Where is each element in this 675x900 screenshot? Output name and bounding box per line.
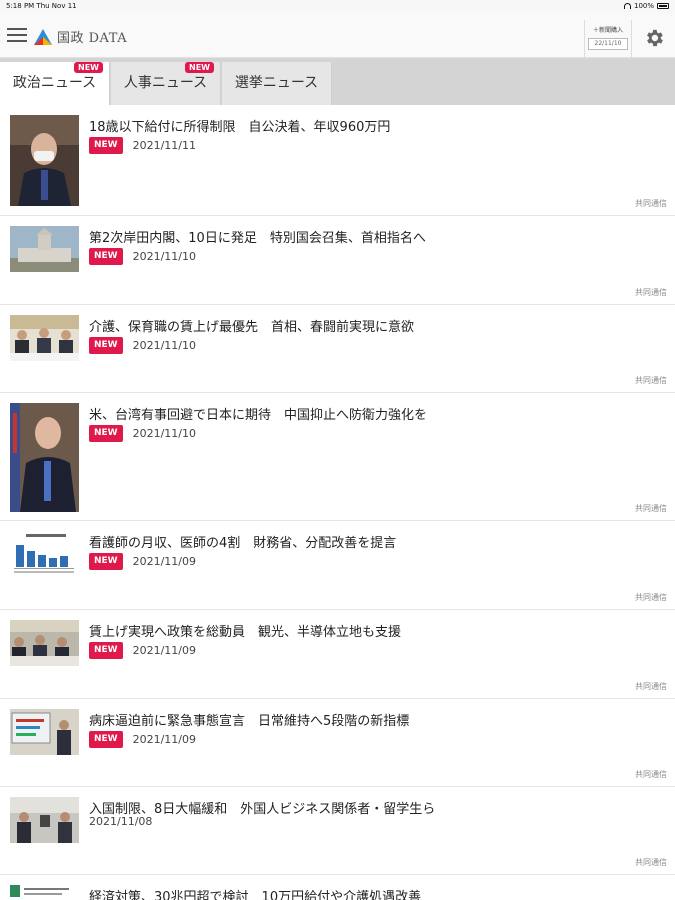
- news-meta: NEW 2021/11/09: [89, 553, 196, 570]
- news-title: 米、台湾有事回避で日本に期待 中国抑止へ防衛力強化を: [89, 408, 428, 423]
- news-source: 共同通信: [635, 682, 667, 691]
- tab-label: 人事ニュース: [123, 75, 208, 91]
- new-badge: NEW: [185, 62, 214, 73]
- news-title: 経済対策、30兆円超で検討 10万円給付や介護処遇改善: [89, 890, 422, 900]
- status-time: 5:18 PM Thu Nov 11: [6, 2, 77, 10]
- news-source: 共同通信: [635, 199, 667, 208]
- news-item[interactable]: 賃上げ実現へ政策を総動員 観光、半導体立地も支援 NEW 2021/11/09 …: [0, 610, 675, 699]
- news-item[interactable]: 18歳以下給付に所得制限 自公決着、年収960万円 NEW 2021/11/11…: [0, 105, 675, 216]
- wifi-icon: [623, 3, 631, 9]
- hamburger-menu-icon[interactable]: [7, 28, 27, 44]
- logo-triangle-icon: [34, 28, 52, 45]
- news-thumbnail: [10, 885, 79, 900]
- newspaper-purchase-button[interactable]: ＋新聞購入 22/11/10: [584, 20, 632, 58]
- news-item[interactable]: 米、台湾有事回避で日本に期待 中国抑止へ防衛力強化を NEW 2021/11/1…: [0, 393, 675, 521]
- news-date: 2021/11/09: [132, 733, 197, 746]
- new-badge: NEW: [89, 337, 123, 354]
- newspaper-purchase-label: ＋新聞購入: [592, 27, 623, 34]
- new-badge: NEW: [89, 137, 123, 154]
- status-bar: 5:18 PM Thu Nov 11 100%: [0, 0, 675, 12]
- category-tabs: 政治ニュース NEW 人事ニュース NEW 選挙ニュース: [0, 58, 675, 105]
- tab-politics[interactable]: 政治ニュース NEW: [0, 62, 110, 105]
- new-badge: NEW: [89, 425, 123, 442]
- news-list: 18歳以下給付に所得制限 自公決着、年収960万円 NEW 2021/11/11…: [0, 105, 675, 900]
- logo-text: 国政 DATA: [57, 31, 128, 46]
- tab-personnel[interactable]: 人事ニュース NEW: [111, 62, 221, 105]
- tab-label: 政治ニュース: [12, 75, 97, 91]
- new-badge: NEW: [89, 731, 123, 748]
- news-title: 病床逼迫前に緊急事態宣言 日常維持へ5段階の新指標: [89, 714, 410, 729]
- news-item[interactable]: 入国制限、8日大幅緩和 外国人ビジネス関係者・留学生ら 2021/11/08 共…: [0, 787, 675, 875]
- new-badge: NEW: [89, 553, 123, 570]
- news-source: 共同通信: [635, 858, 667, 867]
- app-header: 国政 DATA ＋新聞購入 22/11/10: [0, 12, 675, 58]
- news-thumbnail: [10, 531, 79, 577]
- new-badge: NEW: [74, 62, 103, 73]
- gear-icon[interactable]: [643, 27, 665, 49]
- news-item[interactable]: 経済対策、30兆円超で検討 10万円給付や介護処遇改善: [0, 875, 675, 900]
- news-item[interactable]: 第2次岸田内閣、10日に発足 特別国会召集、首相指名へ NEW 2021/11/…: [0, 216, 675, 305]
- news-title: 第2次岸田内閣、10日に発足 特別国会召集、首相指名へ: [89, 231, 426, 246]
- battery-percent: 100%: [633, 2, 654, 10]
- news-title: 介護、保育職の賃上げ最優先 首相、春闘前実現に意欲: [89, 320, 415, 335]
- news-thumbnail: [10, 315, 79, 361]
- status-right: 100%: [623, 2, 669, 10]
- new-badge: NEW: [89, 248, 123, 265]
- news-title: 18歳以下給付に所得制限 自公決着、年収960万円: [89, 120, 391, 135]
- news-item[interactable]: 介護、保育職の賃上げ最優先 首相、春闘前実現に意欲 NEW 2021/11/10…: [0, 305, 675, 393]
- news-meta: NEW 2021/11/10: [89, 425, 196, 442]
- news-date: 2021/11/10: [132, 339, 197, 352]
- news-date: 2021/11/08: [89, 815, 153, 828]
- news-title: 賃上げ実現へ政策を総動員 観光、半導体立地も支援: [89, 625, 402, 640]
- news-meta: NEW 2021/11/09: [89, 642, 196, 659]
- news-meta: 2021/11/08: [89, 815, 152, 828]
- news-thumbnail: [10, 709, 79, 755]
- news-item[interactable]: 看護師の月収、医師の4割 財務省、分配改善を提言 NEW 2021/11/09 …: [0, 521, 675, 610]
- news-date: 2021/11/11: [132, 139, 197, 152]
- news-meta: NEW 2021/11/11: [89, 137, 196, 154]
- news-title: 看護師の月収、医師の4割 財務省、分配改善を提言: [89, 536, 397, 551]
- tab-label: 選挙ニュース: [234, 75, 319, 91]
- news-date: 2021/11/10: [132, 250, 197, 263]
- news-thumbnail: [10, 620, 79, 666]
- news-thumbnail: [10, 797, 79, 843]
- news-date: 2021/11/10: [132, 427, 197, 440]
- news-source: 共同通信: [635, 593, 667, 602]
- news-source: 共同通信: [635, 504, 667, 513]
- news-meta: NEW 2021/11/10: [89, 337, 196, 354]
- news-date: 2021/11/09: [132, 555, 197, 568]
- app-logo: 国政 DATA: [34, 27, 127, 46]
- news-meta: NEW 2021/11/10: [89, 248, 196, 265]
- newspaper-date: 22/11/10: [588, 38, 628, 50]
- news-thumbnail: [10, 115, 79, 206]
- news-thumbnail: [10, 403, 79, 512]
- news-source: 共同通信: [635, 376, 667, 385]
- news-thumbnail: [10, 226, 79, 272]
- battery-icon: [657, 3, 669, 9]
- news-date: 2021/11/09: [132, 644, 197, 657]
- tab-election[interactable]: 選挙ニュース: [222, 62, 332, 105]
- news-item[interactable]: 病床逼迫前に緊急事態宣言 日常維持へ5段階の新指標 NEW 2021/11/09…: [0, 699, 675, 787]
- new-badge: NEW: [89, 642, 123, 659]
- news-source: 共同通信: [635, 770, 667, 779]
- news-source: 共同通信: [635, 288, 667, 297]
- news-meta: NEW 2021/11/09: [89, 731, 196, 748]
